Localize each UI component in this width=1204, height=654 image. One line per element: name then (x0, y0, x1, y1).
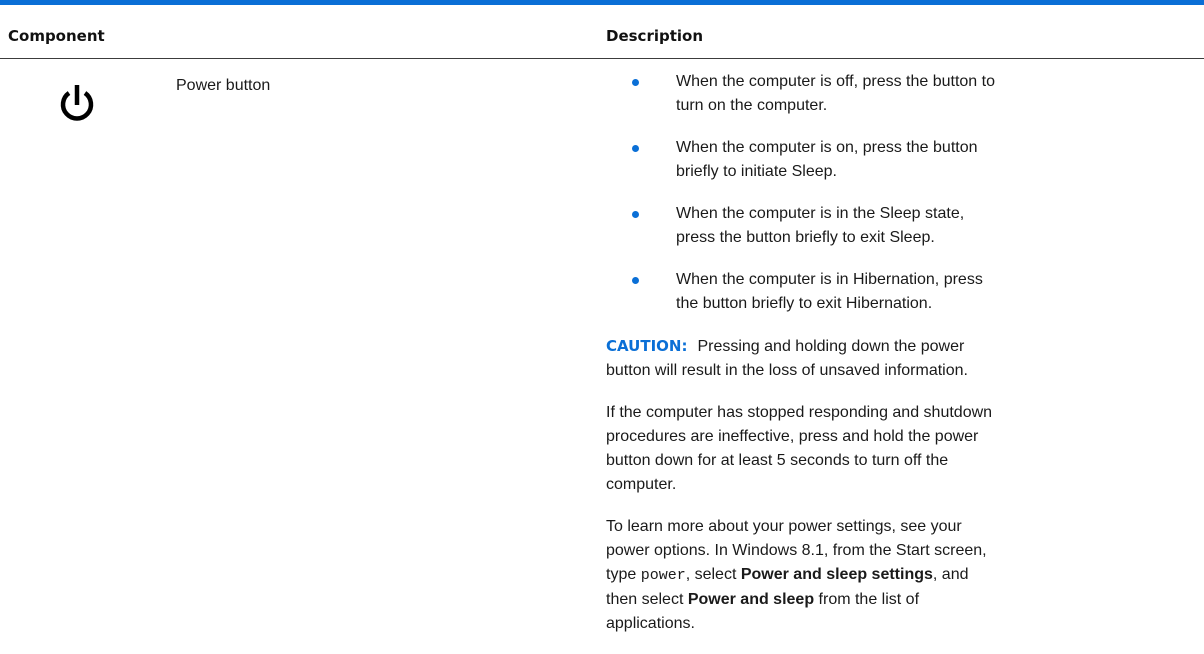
caution-note: CAUTION: Pressing and holding down the po… (606, 334, 998, 383)
bullet-text: When the computer is off, press the butt… (676, 73, 995, 114)
power-sleep-label: Power and sleep (687, 591, 815, 608)
list-item: When the computer is in the Sleep state,… (606, 202, 998, 250)
command-code: power (640, 567, 686, 584)
column-header-description: Description (606, 27, 704, 45)
table-header-row: Component Description (0, 5, 1204, 59)
column-header-component: Component (8, 27, 105, 45)
caution-label: CAUTION: (606, 337, 688, 355)
power-icon (58, 84, 96, 124)
bullet-text: When the computer is on, press the butto… (676, 139, 978, 180)
bullet-text: When the computer is in the Sleep state,… (676, 205, 965, 246)
description-cell: When the computer is off, press the butt… (606, 70, 998, 654)
list-item: When the computer is in Hibernation, pre… (606, 268, 998, 316)
bullet-list: When the computer is off, press the butt… (606, 70, 998, 316)
component-name: Power button (176, 77, 271, 94)
settings-text-2: , select (685, 566, 741, 583)
bullet-icon (632, 277, 639, 284)
bullet-icon (632, 211, 639, 218)
power-sleep-settings-label: Power and sleep settings (740, 566, 933, 583)
settings-note: To learn more about your power settings,… (606, 515, 998, 636)
bullet-icon (632, 145, 639, 152)
list-item: When the computer is on, press the butto… (606, 136, 998, 184)
shutdown-note: If the computer has stopped responding a… (606, 404, 993, 493)
bullet-icon (632, 79, 639, 86)
bullet-text: When the computer is in Hibernation, pre… (676, 271, 983, 312)
list-item: When the computer is off, press the butt… (606, 70, 998, 118)
